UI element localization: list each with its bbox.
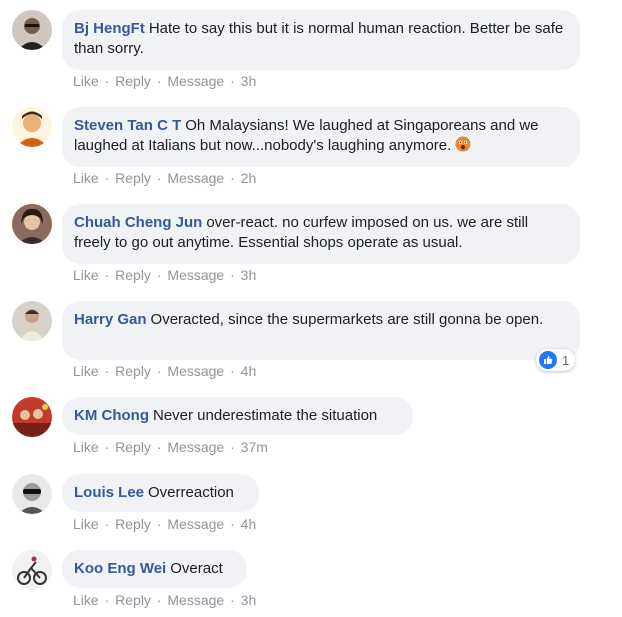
reply-button[interactable]: Reply: [115, 267, 151, 283]
timestamp[interactable]: 2h: [241, 170, 257, 186]
reply-button[interactable]: Reply: [115, 170, 151, 186]
comment-text: Overacted, since the supermarkets are st…: [150, 311, 544, 328]
comment-actions: Like · Reply · Message · 4h: [73, 363, 256, 379]
reply-button[interactable]: Reply: [115, 439, 151, 455]
scared-face-emoji: [455, 136, 471, 152]
separator: ·: [230, 592, 235, 608]
timestamp[interactable]: 37m: [241, 439, 268, 455]
comment-author[interactable]: Harry Gan: [74, 311, 147, 328]
comment-author[interactable]: KM Chong: [74, 407, 149, 424]
message-button[interactable]: Message: [167, 516, 224, 532]
comment-actions: Like · Reply · Message · 3h: [73, 267, 256, 283]
comment-actions: Like · Reply · Message · 2h: [73, 170, 256, 186]
message-button[interactable]: Message: [167, 363, 224, 379]
separator: ·: [156, 267, 162, 283]
timestamp[interactable]: 4h: [241, 516, 257, 532]
message-button[interactable]: Message: [167, 267, 224, 283]
avatar[interactable]: [12, 10, 52, 50]
separator: ·: [156, 363, 162, 379]
separator: ·: [104, 439, 110, 455]
separator: ·: [230, 170, 235, 186]
timestamp[interactable]: 3h: [241, 73, 257, 89]
message-button[interactable]: Message: [167, 170, 224, 186]
message-button[interactable]: Message: [167, 439, 224, 455]
separator: ·: [104, 73, 110, 89]
comment-text: Never underestimate the situation: [152, 407, 378, 424]
timestamp[interactable]: 3h: [241, 267, 257, 283]
separator: ·: [230, 73, 235, 89]
like-button[interactable]: Like: [73, 73, 99, 89]
comment-actions: Like · Reply · Message · 3h: [73, 73, 256, 89]
comment-author[interactable]: Koo Eng Wei: [74, 560, 166, 577]
separator: ·: [104, 516, 110, 532]
timestamp[interactable]: 4h: [241, 363, 257, 379]
separator: ·: [104, 267, 110, 283]
separator: ·: [230, 267, 235, 283]
comment-actions: Like · Reply · Message · 4h: [73, 516, 256, 532]
like-button[interactable]: Like: [73, 516, 99, 532]
comment-author[interactable]: Chuah Cheng Jun: [74, 214, 202, 231]
message-button[interactable]: Message: [167, 592, 224, 608]
separator: ·: [104, 592, 110, 608]
separator: ·: [156, 439, 162, 455]
separator: ·: [104, 363, 110, 379]
comment-text: Overreaction: [148, 484, 234, 501]
comment-bubble: Steven Tan C T Oh Malaysians! We laughed …: [62, 107, 580, 167]
separator: ·: [156, 73, 162, 89]
avatar[interactable]: [12, 474, 52, 514]
comment-bubble: Bj HengFt Hate to say this but it is norm…: [62, 10, 580, 70]
separator: ·: [230, 516, 235, 532]
comment-bubble: Louis Lee Overreaction: [62, 474, 259, 512]
separator: ·: [230, 363, 235, 379]
comment-author[interactable]: Louis Lee: [74, 484, 144, 501]
reply-button[interactable]: Reply: [115, 363, 151, 379]
message-button[interactable]: Message: [167, 73, 224, 89]
comment-actions: Like · Reply · Message · 37m: [73, 439, 268, 455]
comment-bubble: Harry Gan Overacted, since the supermarke…: [62, 301, 580, 360]
comment-actions: Like · Reply · Message · 3h: [73, 592, 256, 608]
separator: ·: [156, 592, 162, 608]
reply-button[interactable]: Reply: [115, 516, 151, 532]
like-button[interactable]: Like: [73, 592, 99, 608]
avatar[interactable]: [12, 301, 52, 341]
comment-bubble: Koo Eng Wei Overact: [62, 550, 247, 588]
avatar[interactable]: [12, 204, 52, 244]
comment-author[interactable]: Steven Tan C T: [74, 117, 181, 134]
timestamp[interactable]: 3h: [241, 592, 257, 608]
like-button[interactable]: Like: [73, 170, 99, 186]
like-button[interactable]: Like: [73, 267, 99, 283]
like-button[interactable]: Like: [73, 439, 99, 455]
comment-bubble: KM Chong Never underestimate the situatio…: [62, 397, 413, 435]
reaction-count-label: 1: [562, 352, 570, 368]
comment-author[interactable]: Bj HengFt: [74, 20, 145, 37]
separator: ·: [156, 170, 162, 186]
reply-button[interactable]: Reply: [115, 73, 151, 89]
separator: ·: [230, 439, 235, 455]
like-button[interactable]: Like: [73, 363, 99, 379]
reaction-count[interactable]: 1: [536, 349, 576, 371]
separator: ·: [156, 516, 162, 532]
comment-text: Hate to say this but it is normal human …: [74, 20, 564, 57]
comment-text: Overact: [170, 560, 223, 577]
separator: ·: [104, 170, 110, 186]
comment-bubble: Chuah Cheng Jun over-react. no curfew imp…: [62, 204, 580, 264]
like-reaction-icon: [539, 351, 557, 369]
avatar[interactable]: [12, 107, 52, 147]
reply-button[interactable]: Reply: [115, 592, 151, 608]
avatar[interactable]: [12, 550, 52, 590]
avatar[interactable]: [12, 397, 52, 437]
